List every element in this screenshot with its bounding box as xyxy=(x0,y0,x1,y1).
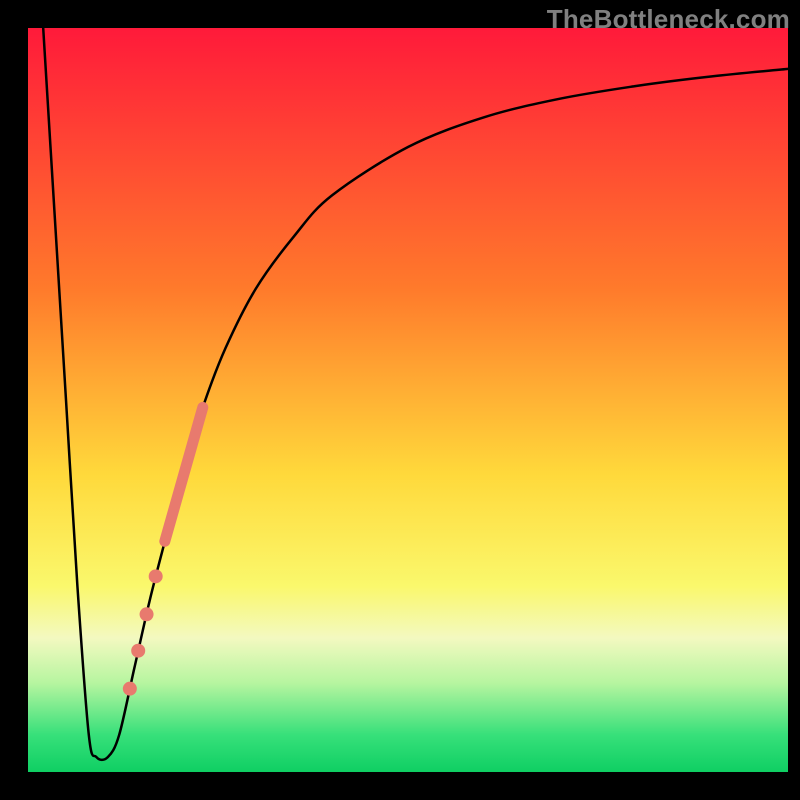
highlight-dot xyxy=(123,682,137,696)
watermark-text: TheBottleneck.com xyxy=(547,4,790,35)
highlight-dot xyxy=(149,569,163,583)
highlight-dot xyxy=(131,644,145,658)
highlight-dot xyxy=(140,607,154,621)
plot-background xyxy=(28,28,788,772)
bottleneck-chart xyxy=(0,0,800,800)
chart-container: TheBottleneck.com xyxy=(0,0,800,800)
